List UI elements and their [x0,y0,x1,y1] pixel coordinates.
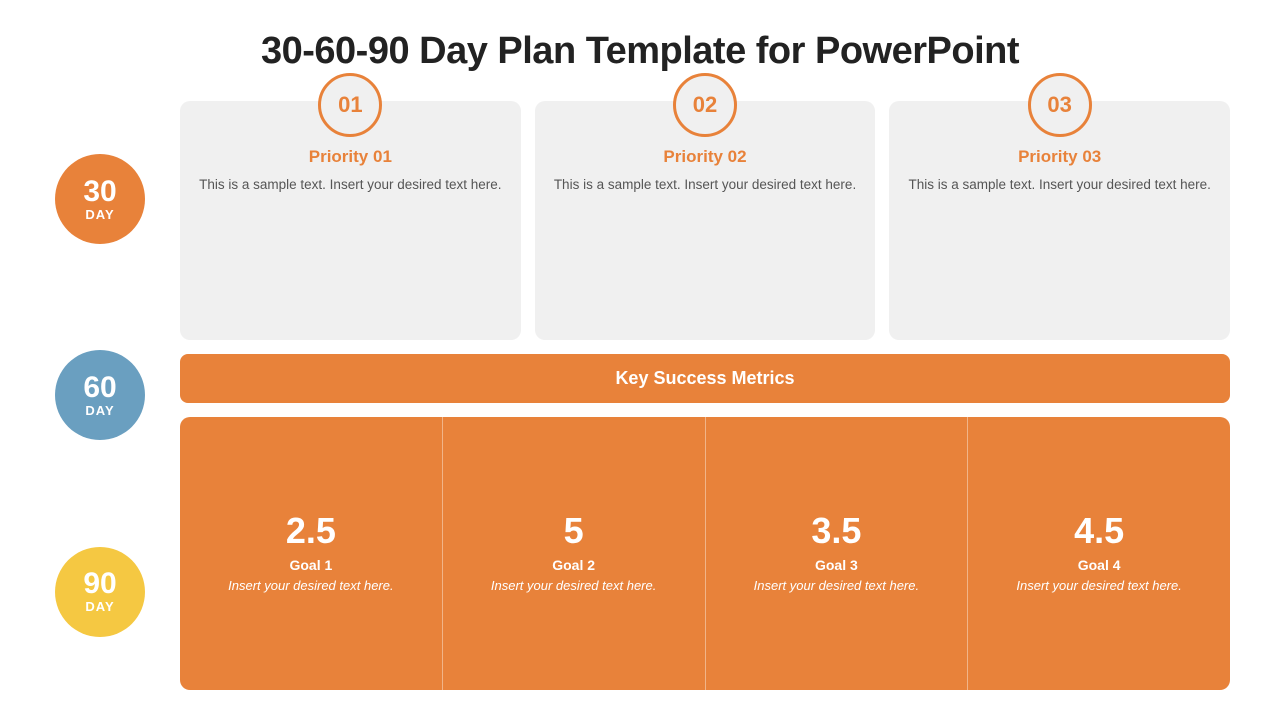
priority-card-1: 01 Priority 01 This is a sample text. In… [180,101,521,340]
priority-row: 01 Priority 01 This is a sample text. In… [180,101,1230,340]
main-content: 30 DAY 60 DAY 90 DAY 01 Priority 01 This… [50,101,1230,690]
day-90-label: DAY [85,599,114,614]
priority-circle-1: 01 [318,73,382,137]
goal-2-number: 5 [564,511,584,551]
priority-text-3: This is a sample text. Insert your desir… [908,175,1210,195]
day-circle-90: 90 DAY [55,547,145,637]
goal-1-text: Insert your desired text here. [228,577,393,596]
priority-circle-3: 03 [1028,73,1092,137]
priority-title-1: Priority 01 [309,147,392,167]
day-30-number: 30 [83,177,116,207]
page-title: 30-60-90 Day Plan Template for PowerPoin… [50,30,1230,73]
goal-4-number: 4.5 [1074,511,1124,551]
goal-4-text: Insert your desired text here. [1016,577,1181,596]
priority-text-1: This is a sample text. Insert your desir… [199,175,501,195]
metrics-bar: Key Success Metrics [180,354,1230,403]
goal-cell-3: 3.5 Goal 3 Insert your desired text here… [706,417,969,690]
goal-cell-1: 2.5 Goal 1 Insert your desired text here… [180,417,443,690]
priority-text-2: This is a sample text. Insert your desir… [554,175,856,195]
day-circles-column: 30 DAY 60 DAY 90 DAY [50,101,150,690]
day-30-label: DAY [85,207,114,222]
priority-card-3: 03 Priority 03 This is a sample text. In… [889,101,1230,340]
day-60-number: 60 [83,373,116,403]
goal-3-text: Insert your desired text here. [754,577,919,596]
priority-circle-2: 02 [673,73,737,137]
goal-1-number: 2.5 [286,511,336,551]
day-circle-60: 60 DAY [55,350,145,440]
metrics-bar-label: Key Success Metrics [615,368,794,388]
goal-cell-4: 4.5 Goal 4 Insert your desired text here… [968,417,1230,690]
day-circle-30: 30 DAY [55,154,145,244]
priority-num-2: 02 [693,92,717,118]
day-60-label: DAY [85,403,114,418]
goals-row: 2.5 Goal 1 Insert your desired text here… [180,417,1230,690]
priority-title-3: Priority 03 [1018,147,1101,167]
goal-3-number: 3.5 [811,511,861,551]
priority-num-1: 01 [338,92,362,118]
goal-2-title: Goal 2 [552,557,595,573]
goal-3-title: Goal 3 [815,557,858,573]
goal-4-title: Goal 4 [1078,557,1121,573]
goal-cell-2: 5 Goal 2 Insert your desired text here. [443,417,706,690]
goal-2-text: Insert your desired text here. [491,577,656,596]
priority-title-2: Priority 02 [663,147,746,167]
priority-num-3: 03 [1047,92,1071,118]
day-90-number: 90 [83,569,116,599]
priority-card-2: 02 Priority 02 This is a sample text. In… [535,101,876,340]
right-section: 01 Priority 01 This is a sample text. In… [180,101,1230,690]
goal-1-title: Goal 1 [289,557,332,573]
